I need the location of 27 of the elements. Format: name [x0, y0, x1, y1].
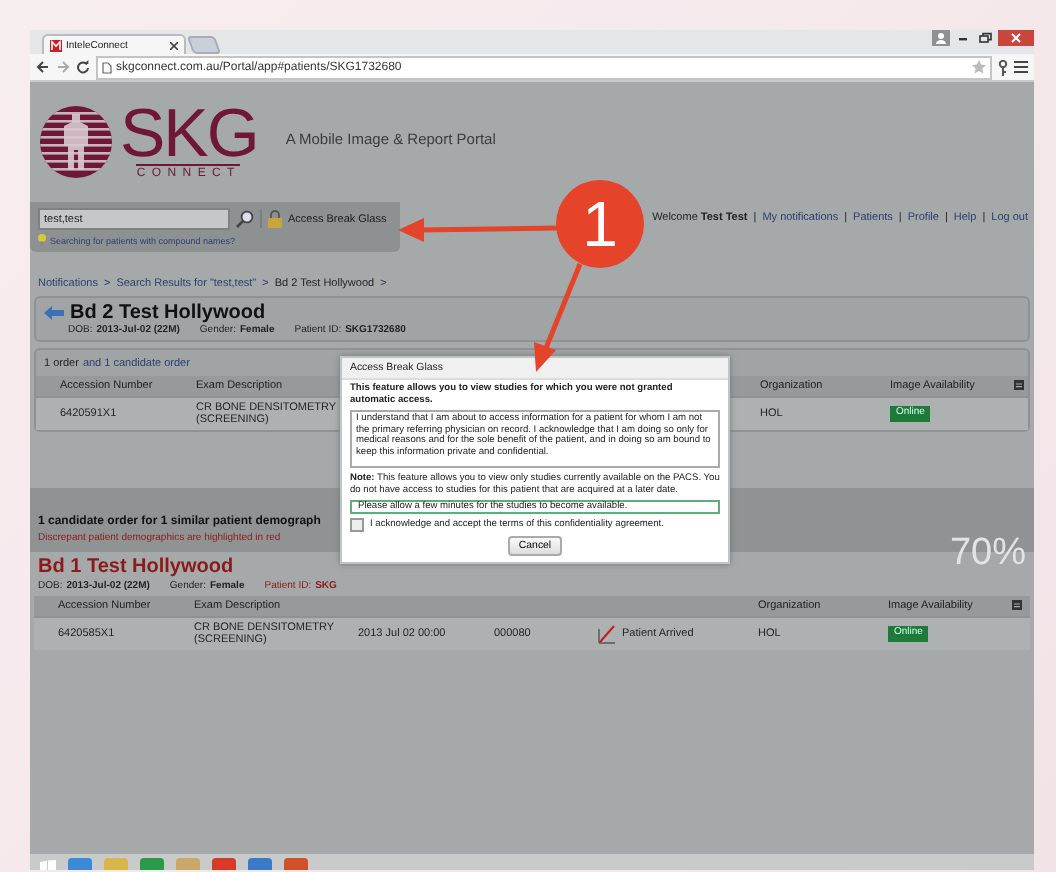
- candidate-patient-name: Bd 1 Test Hollywood: [38, 556, 234, 578]
- close-icon[interactable]: [170, 41, 178, 49]
- back-arrow-icon[interactable]: [44, 306, 64, 320]
- windows-logo-icon[interactable]: [40, 860, 56, 870]
- taskbar-app-icon[interactable]: [248, 858, 272, 870]
- restore-icon[interactable]: [976, 30, 994, 46]
- search-icon[interactable]: [236, 210, 254, 228]
- page-icon: [102, 61, 112, 73]
- forward-icon[interactable]: [56, 60, 70, 74]
- arrow: [534, 263, 583, 372]
- padlock-icon: [268, 210, 282, 228]
- logo-emblem: [40, 106, 112, 178]
- close-icon[interactable]: [998, 30, 1034, 46]
- taskbar-app-icon[interactable]: [212, 858, 236, 870]
- taskbar-app-icon[interactable]: [284, 858, 308, 870]
- column-menu-icon[interactable]: [1012, 599, 1022, 609]
- star-icon[interactable]: [972, 60, 986, 74]
- checkbox[interactable]: [350, 518, 364, 533]
- lightbulb-icon: [38, 234, 46, 246]
- column-menu-icon[interactable]: [1014, 379, 1024, 389]
- match-percentage: 70%: [949, 532, 1026, 576]
- menu-icon[interactable]: [1014, 60, 1028, 74]
- back-icon[interactable]: [36, 60, 50, 74]
- key-icon[interactable]: [998, 59, 1008, 75]
- logo-wordmark: SKG: [120, 104, 258, 164]
- patient-name: Bd 2 Test Hollywood: [70, 302, 266, 324]
- reload-icon[interactable]: [76, 60, 90, 74]
